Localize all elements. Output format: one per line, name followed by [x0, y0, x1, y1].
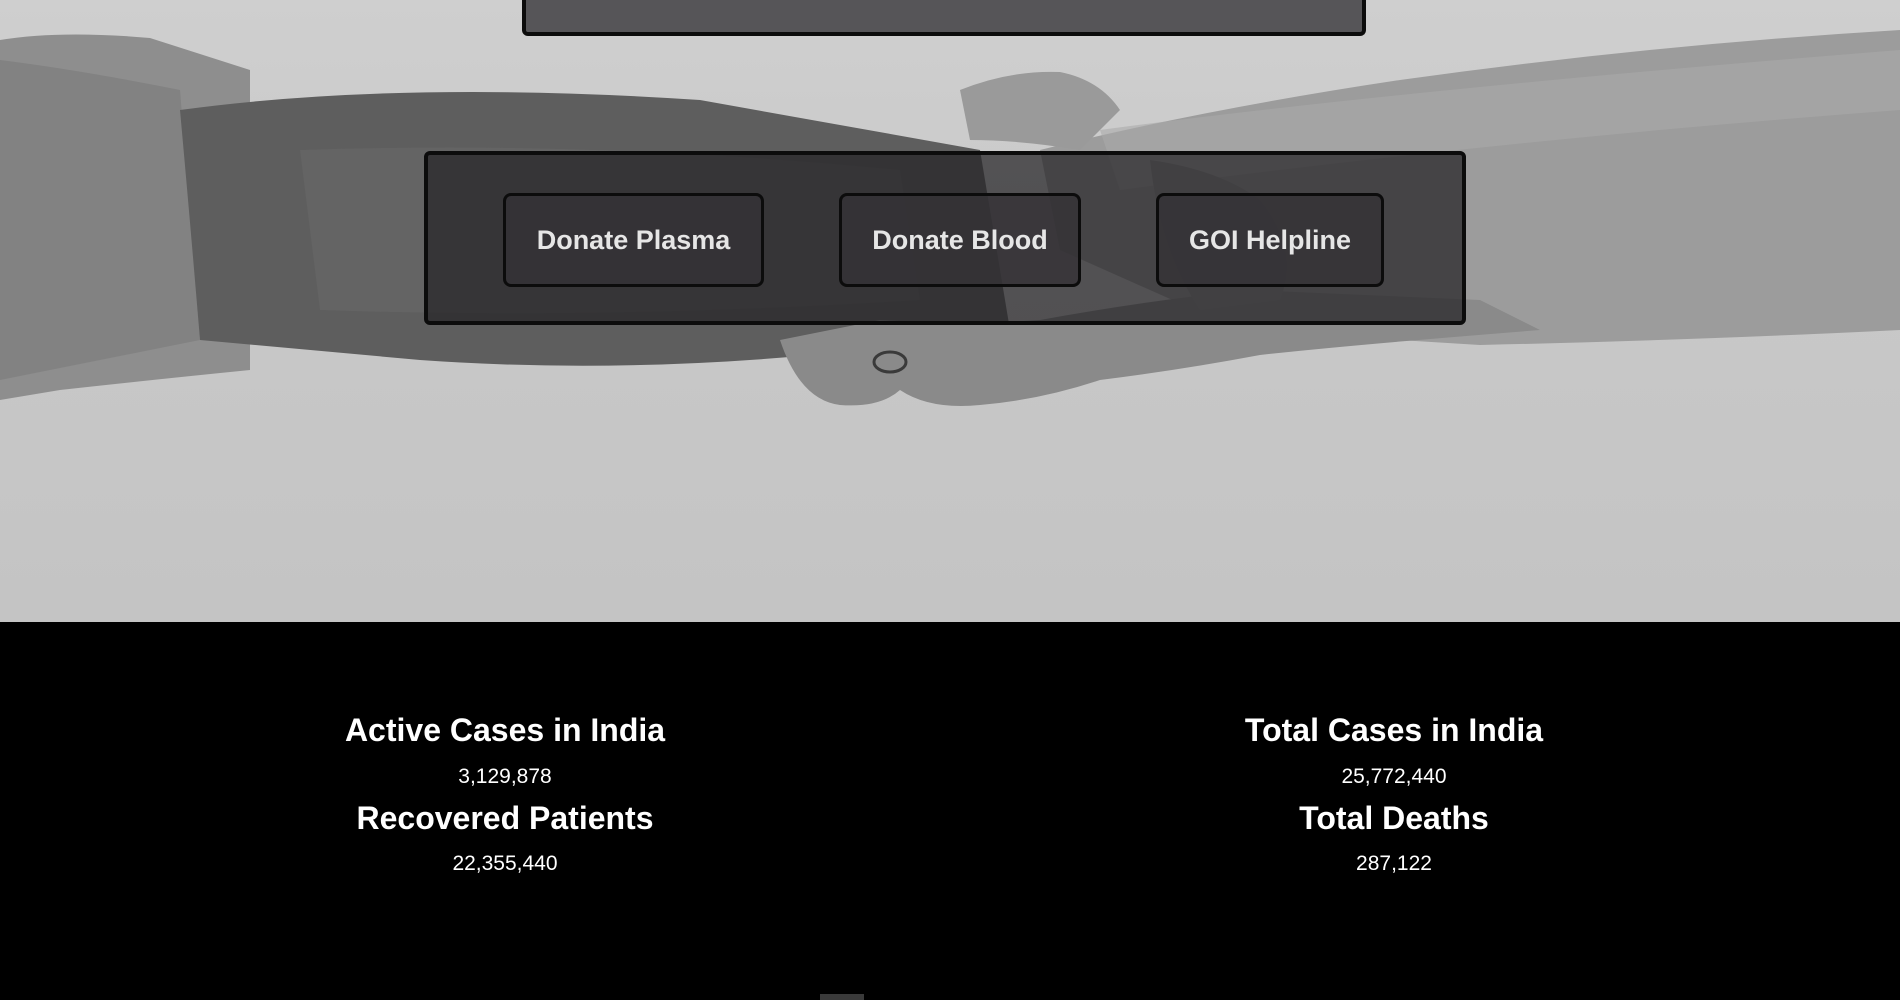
- hero-section: Donate Plasma Donate Blood GOI Helpline: [0, 0, 1900, 622]
- recovered-patients-value: 22,355,440: [452, 852, 558, 875]
- donate-blood-button[interactable]: Donate Blood: [839, 193, 1081, 287]
- action-button-panel: Donate Plasma Donate Blood GOI Helpline: [424, 151, 1466, 325]
- active-cases-value: 3,129,878: [458, 765, 552, 788]
- total-deaths-value: 287,122: [1356, 852, 1432, 875]
- total-cases-label: Total Cases in India: [1244, 712, 1544, 748]
- active-cases-label: Active Cases in India: [344, 712, 666, 748]
- donate-plasma-button[interactable]: Donate Plasma: [503, 193, 764, 287]
- total-deaths-label: Total Deaths: [1299, 800, 1489, 836]
- total-cases-value: 25,772,440: [1341, 765, 1447, 788]
- stats-column-right: Total Cases in India 25,772,440 Total De…: [1044, 710, 1744, 884]
- goi-helpline-button[interactable]: GOI Helpline: [1156, 193, 1384, 287]
- covid-stats-section: Active Cases in India 3,129,878 Recovere…: [0, 622, 1900, 1000]
- top-panel: [522, 0, 1366, 36]
- stats-column-left: Active Cases in India 3,129,878 Recovere…: [155, 710, 855, 884]
- scroll-indicator[interactable]: [820, 994, 864, 1000]
- recovered-patients-label: Recovered Patients: [356, 800, 654, 836]
